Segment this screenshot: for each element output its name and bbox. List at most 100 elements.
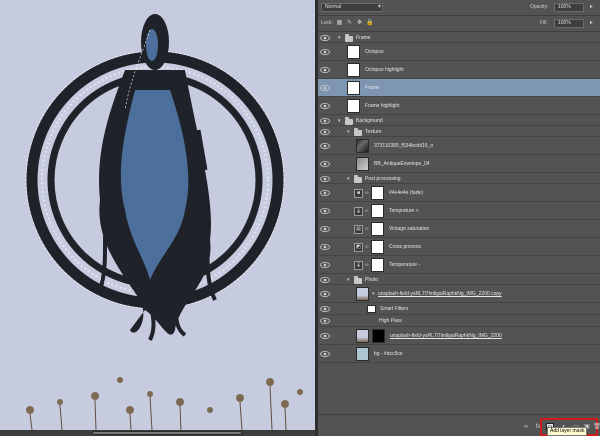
layer-name[interactable]: bg - #acc5ce xyxy=(374,351,403,357)
layer-thumbnail xyxy=(356,287,369,301)
visibility-eye-icon[interactable] xyxy=(320,208,330,218)
opacity-dropdown-icon[interactable]: ▸ xyxy=(588,4,595,11)
layer-thumbnail xyxy=(347,99,360,113)
visibility-eye-icon[interactable] xyxy=(320,190,330,200)
lock-label: Lock: xyxy=(321,20,333,26)
layer-thumbnail xyxy=(356,139,369,153)
expand-triangle-icon[interactable]: ▾ xyxy=(347,277,350,283)
visibility-eye-icon[interactable] xyxy=(320,85,330,95)
chain-link-icon[interactable]: ∞ xyxy=(365,208,369,214)
layer-thumbnail xyxy=(371,204,384,218)
layer-name[interactable]: Temprature + xyxy=(389,208,419,214)
layer-row-17[interactable]: Smart Filters xyxy=(318,303,600,315)
adjustment-layer-icon: 🌡 xyxy=(354,260,363,270)
layer-thumbnail xyxy=(356,157,369,171)
layer-name[interactable]: Background xyxy=(356,118,383,124)
layer-row-11[interactable]: 🌡 ∞ Temprature + xyxy=(318,202,600,220)
chain-link-icon[interactable]: ∞ xyxy=(365,244,369,250)
visibility-eye-icon[interactable] xyxy=(320,351,330,361)
layer-row-16[interactable]: ▾ unsplash-field-ysRL7l7lmligaiRaphkNg_IM… xyxy=(318,285,600,303)
layer-group-5[interactable]: ▾ Background xyxy=(318,115,600,126)
layer-row-19[interactable]: unsplash-field-ysRL7l7lmligaiRaphkNg_IMG… xyxy=(318,327,600,345)
chevron-down-icon: ▾ xyxy=(377,4,381,10)
layer-name[interactable]: Post processing xyxy=(365,176,401,182)
trash-icon[interactable]: 🗑 xyxy=(593,423,600,431)
layer-row-20[interactable]: bg - #acc5ce xyxy=(318,345,600,363)
layer-thumbnail xyxy=(347,81,360,95)
visibility-eye-icon[interactable] xyxy=(320,161,330,171)
layer-group-9[interactable]: ▾ Post processing xyxy=(318,173,600,184)
expand-triangle-icon[interactable]: ▾ xyxy=(347,176,350,182)
layer-name[interactable]: Octopus highlight xyxy=(365,67,404,73)
link-icon[interactable]: ∞ xyxy=(522,423,530,431)
layer-group-0[interactable]: ▾ Frame xyxy=(318,32,600,43)
layer-row-1[interactable]: Octopus xyxy=(318,43,600,61)
layer-row-13[interactable]: ◩ ∞ Cross process xyxy=(318,238,600,256)
artwork xyxy=(25,14,303,430)
layer-row-14[interactable]: 🌡 ∞ Temperature - xyxy=(318,256,600,274)
layer-name[interactable]: unsplash-field-ysRL7l7lmligaiRaphkNg_IMG… xyxy=(390,333,502,339)
layer-group-15[interactable]: ▾ Photo xyxy=(318,274,600,285)
layer-name[interactable]: unsplash-field-ysRL7l7lmligaiRaphkNg_IMG… xyxy=(378,291,502,297)
visibility-eye-icon[interactable] xyxy=(320,143,330,153)
layer-thumbnail xyxy=(356,347,369,361)
horizontal-scrollbar[interactable] xyxy=(0,430,315,436)
tooltip: Add layer mask xyxy=(547,427,588,436)
fill-field[interactable]: 100% xyxy=(554,19,584,28)
layer-name[interactable]: Octopus xyxy=(365,49,384,55)
layer-row-10[interactable]: ■ ∞ #4e4e4e (fade) xyxy=(318,184,600,202)
layer-mask-thumbnail[interactable] xyxy=(372,329,385,343)
layer-name[interactable]: Vintage saturation xyxy=(389,226,429,232)
visibility-eye-icon[interactable] xyxy=(320,49,330,59)
expand-triangle-icon[interactable]: ▾ xyxy=(347,129,350,135)
layer-name[interactable]: 373110389_f534bcdd16_o xyxy=(374,143,433,149)
layer-row-18[interactable]: High Pass xyxy=(318,315,600,327)
visibility-eye-icon[interactable] xyxy=(320,333,330,343)
layer-name[interactable]: Texture xyxy=(365,129,381,135)
layer-name[interactable]: #4e4e4e (fade) xyxy=(389,190,423,196)
layer-row-4[interactable]: Frame highlight xyxy=(318,97,600,115)
visibility-eye-icon[interactable] xyxy=(320,291,330,301)
layer-name[interactable]: Frame xyxy=(356,35,370,41)
document-canvas[interactable] xyxy=(0,0,315,430)
lock-pixels-icon[interactable]: ✎ xyxy=(346,20,353,27)
blend-mode-select[interactable]: Normal xyxy=(321,3,383,12)
layer-thumbnail xyxy=(347,63,360,77)
visibility-eye-icon[interactable] xyxy=(320,103,330,113)
visibility-eye-icon[interactable] xyxy=(320,67,330,77)
adjustment-layer-icon: ■ xyxy=(354,188,363,198)
fill-dropdown-icon[interactable]: ▸ xyxy=(588,20,595,27)
chain-link-icon[interactable]: ∞ xyxy=(365,262,369,268)
layer-row-12[interactable]: ▤ ∞ Vintage saturation xyxy=(318,220,600,238)
lock-all-icon[interactable]: 🔒 xyxy=(366,20,373,27)
chain-link-icon[interactable]: ∞ xyxy=(365,226,369,232)
layer-name[interactable]: Photo xyxy=(365,277,378,283)
dried-flowers xyxy=(26,377,303,414)
layer-name[interactable]: Frame xyxy=(365,85,379,91)
layer-name[interactable]: Smart Filters xyxy=(380,306,408,312)
layer-group-6[interactable]: ▾ Texture xyxy=(318,126,600,137)
visibility-eye-icon[interactable] xyxy=(320,226,330,236)
lock-position-icon[interactable]: ✥ xyxy=(356,20,363,27)
visibility-eye-icon[interactable] xyxy=(320,262,330,272)
expand-triangle-icon[interactable]: ▾ xyxy=(338,35,341,41)
layer-row-3[interactable]: Frame xyxy=(318,79,600,97)
scrollbar-thumb[interactable] xyxy=(92,431,242,435)
layer-row-2[interactable]: Octopus highlight xyxy=(318,61,600,79)
layer-row-7[interactable]: 373110389_f534bcdd16_o xyxy=(318,137,600,155)
opacity-field[interactable]: 100% xyxy=(554,3,584,12)
layers-list: ▾ Frame Octopus Octopus highlight Frame Frame… xyxy=(318,32,600,414)
chain-link-icon[interactable]: ∞ xyxy=(365,190,369,196)
layer-name[interactable]: Temperature - xyxy=(389,262,420,268)
expand-triangle-icon[interactable]: ▾ xyxy=(372,291,375,297)
layer-name[interactable]: Cross process xyxy=(389,244,421,250)
opacity-label: Opacity: xyxy=(530,4,549,10)
layer-name[interactable]: High Pass xyxy=(379,318,402,324)
layer-name[interactable]: Frame highlight xyxy=(365,103,399,109)
layer-row-8[interactable]: BB_AntiqueEnvelope_04 xyxy=(318,155,600,173)
expand-triangle-icon[interactable]: ▾ xyxy=(338,118,341,124)
lock-transparent-icon[interactable]: ▦ xyxy=(336,20,343,27)
layer-thumbnail xyxy=(371,240,384,254)
layer-name[interactable]: BB_AntiqueEnvelope_04 xyxy=(374,161,430,167)
visibility-eye-icon[interactable] xyxy=(320,244,330,254)
